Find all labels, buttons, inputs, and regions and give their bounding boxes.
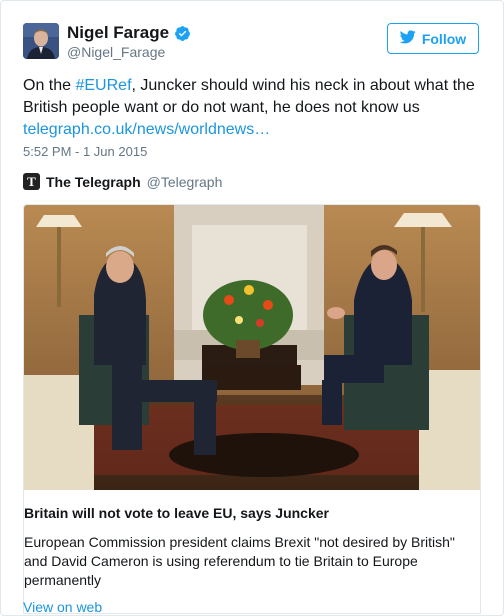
author-name[interactable]: Nigel Farage xyxy=(67,23,169,43)
tweet-timestamp[interactable]: 5:52 PM - 1 Jun 2015 xyxy=(23,144,147,159)
card-source-name[interactable]: The Telegraph xyxy=(46,174,141,190)
tweet-text-before: On the xyxy=(23,77,76,94)
card-title[interactable]: Britain will not vote to leave EU, says … xyxy=(24,505,329,521)
embedded-tweet: Nigel Farage @Nigel_Farage Follow On the… xyxy=(0,0,504,616)
card-source-handle[interactable]: @Telegraph xyxy=(147,174,223,190)
author-info: Nigel Farage @Nigel_Farage xyxy=(67,23,191,60)
card-description: European Commission president claims Bre… xyxy=(24,534,455,588)
telegraph-logo-icon: T xyxy=(23,173,40,190)
verified-badge-icon xyxy=(174,25,191,42)
follow-button[interactable]: Follow xyxy=(387,23,479,54)
article-link[interactable]: telegraph.co.uk/news/worldnews… xyxy=(23,119,483,141)
author-handle[interactable]: @Nigel_Farage xyxy=(67,44,191,60)
link-card[interactable]: Britain will not vote to leave EU, says … xyxy=(23,204,481,614)
hashtag-link[interactable]: #EURef xyxy=(75,77,131,94)
author-avatar[interactable] xyxy=(23,23,59,59)
tweet-text: On the #EURef, Juncker should wind his n… xyxy=(23,75,483,141)
card-image[interactable] xyxy=(24,205,481,490)
follow-label: Follow xyxy=(421,30,467,47)
card-source[interactable]: T The Telegraph @Telegraph xyxy=(23,173,222,190)
twitter-bird-icon xyxy=(399,30,416,47)
view-on-web-link[interactable]: View on web xyxy=(23,599,102,615)
